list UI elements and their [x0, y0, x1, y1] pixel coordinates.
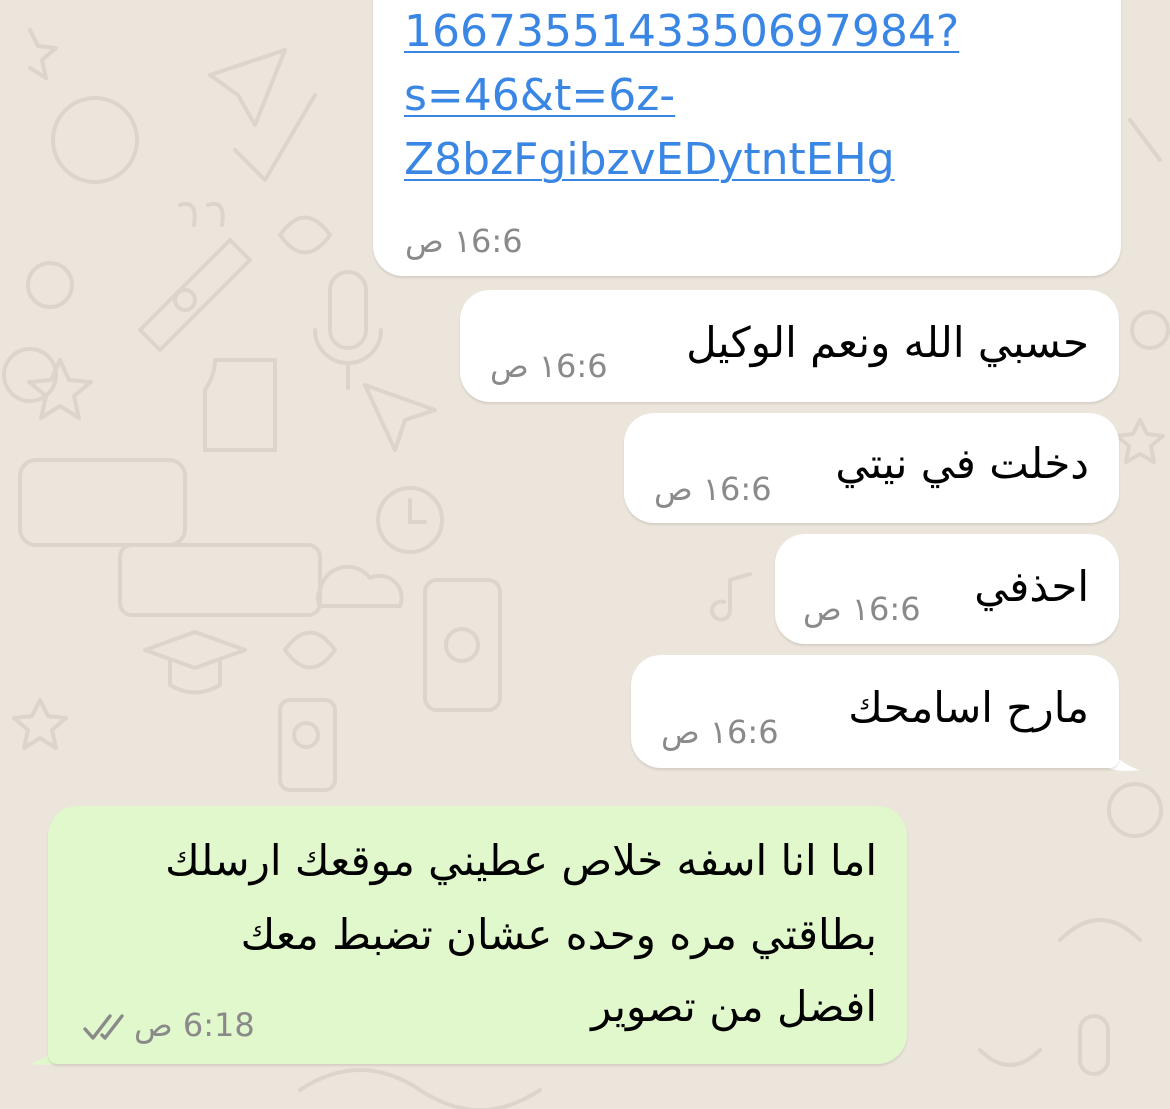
mic2-doodle — [1078, 1014, 1110, 1076]
heart2-doodle — [283, 630, 337, 670]
grad-cap-doodle — [143, 630, 247, 695]
smile-doodle — [978, 1048, 1042, 1067]
message-bubble-outgoing[interactable]: اما انا اسفه خلاص عطيني موقعك ارسلك بطاق… — [48, 806, 907, 1064]
bubble-doodle — [26, 261, 74, 309]
star-doodle — [27, 358, 93, 420]
bottom-curve-doodle — [298, 1068, 542, 1109]
message-bubble[interactable]: حسبي الله ونعم الوكيل ١6:6 ص — [460, 290, 1119, 402]
cursor-doodle — [363, 383, 437, 452]
message-link-line-2[interactable]: s=46&t=6z- — [404, 64, 675, 128]
arc-doodle — [1058, 918, 1142, 942]
cloud-doodle — [315, 564, 404, 608]
message-text: دخلت في نيتي — [835, 439, 1089, 488]
music-doodle — [710, 572, 752, 622]
quote-doodle — [178, 202, 225, 227]
message-bubble-link[interactable]: 1667355143350697984? s=46&t=6z- Z8bzFgib… — [373, 0, 1121, 276]
lemon-doodle — [2, 347, 58, 403]
message-timestamp: 6:18 ص — [134, 1006, 255, 1044]
message-text-line-3: افضل من تصوير — [591, 982, 877, 1031]
message-link-line-1[interactable]: 1667355143350697984? — [404, 0, 959, 64]
star2-doodle — [12, 698, 68, 750]
right-star-doodle — [1115, 418, 1165, 464]
card-doodle — [18, 458, 187, 547]
message-timestamp: ١6:6 ص — [405, 222, 523, 260]
phone-doodle — [423, 578, 502, 712]
message-link-line-3[interactable]: Z8bzFgibzvEDytntEHg — [404, 128, 895, 192]
message-timestamp: ١6:6 ص — [490, 347, 608, 385]
message-text: احذفي — [974, 562, 1089, 611]
heart-doodle — [278, 215, 332, 255]
thumb-doodle — [203, 358, 277, 452]
message-text: مارح اسامحك — [848, 683, 1089, 732]
message-timestamp: ١6:6 ص — [654, 470, 772, 508]
message-timestamp: ١6:6 ص — [661, 713, 779, 751]
message-text-line-1: اما انا اسفه خلاص عطيني موقعك ارسلك — [165, 836, 877, 885]
message-bubble[interactable]: مارح اسامحك ١6:6 ص — [631, 655, 1119, 768]
dot-doodle — [173, 288, 197, 312]
sun-doodle — [51, 96, 139, 184]
paper-plane-doodle — [208, 48, 287, 127]
message-timestamp: ١6:6 ص — [803, 590, 921, 628]
chat-screen: { "chat": { "colors": { "background": "#… — [0, 0, 1170, 1109]
message-bubble[interactable]: دخلت في نيتي ١6:6 ص — [624, 413, 1119, 523]
mic-doodle — [313, 270, 383, 390]
message-text-line-2: بطاقتي مره وحده عشان تضبط معك — [240, 910, 877, 959]
message-text: حسبي الله ونعم الوكيل — [686, 318, 1089, 367]
message-bubble[interactable]: احذفي ١6:6 ص — [775, 534, 1119, 644]
double-check-icon — [83, 1014, 124, 1040]
ball-doodle — [1107, 782, 1163, 838]
keyboard-doodle — [118, 543, 322, 617]
